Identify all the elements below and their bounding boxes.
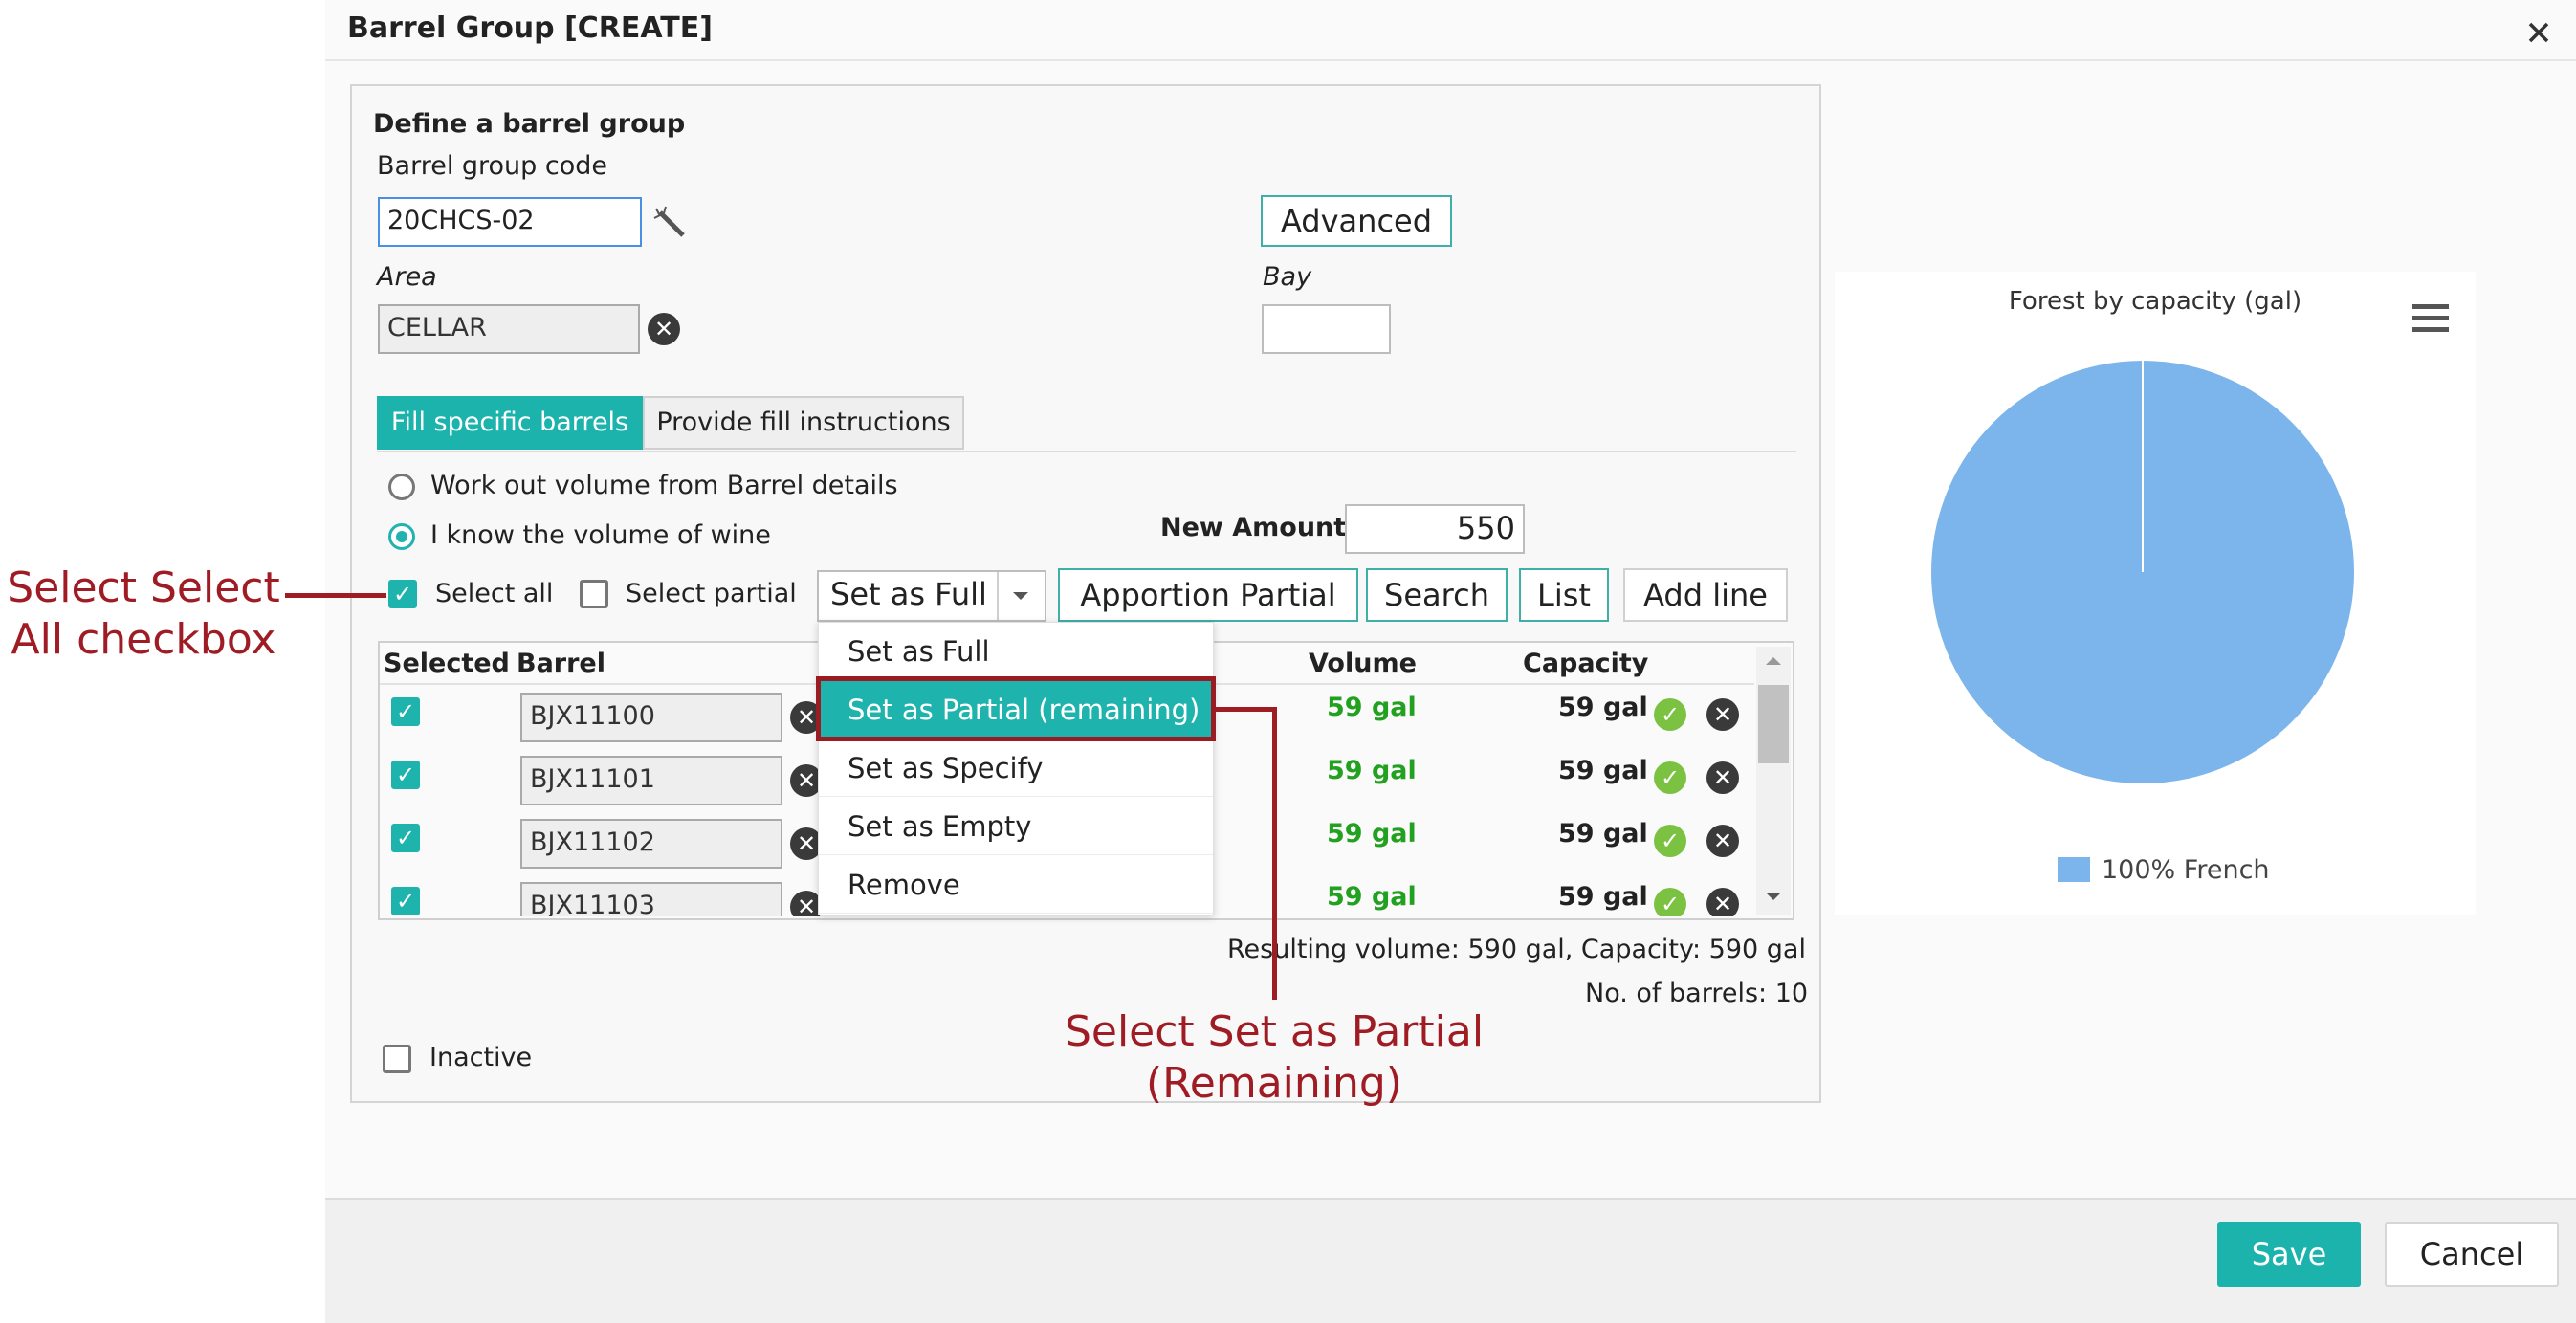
annotation-line-1: Select Set as Partial (1064, 1007, 1485, 1056)
legend-swatch (2058, 857, 2090, 882)
confirm-icon[interactable]: ✓ (1654, 761, 1686, 794)
select-all-label: Select all (435, 579, 554, 608)
remove-row-icon[interactable]: ✕ (1706, 825, 1739, 857)
section-title: Define a barrel group (373, 109, 686, 139)
menu-item-set-as-empty[interactable]: Set as Empty (819, 798, 1213, 855)
column-header-selected: Selected (384, 649, 510, 678)
menu-item-remove[interactable]: Remove (819, 856, 1213, 914)
select-divider (997, 572, 999, 620)
radio-work-out-volume-label: Work out volume from Barrel details (430, 471, 898, 500)
annotation-line-2: All checkbox (11, 615, 276, 664)
resulting-volume-text: Resulting volume: 590 gal, Capacity: 590… (1227, 935, 1806, 964)
scroll-down-icon[interactable] (1763, 890, 1784, 903)
row-checkbox[interactable]: ✓ (391, 761, 420, 789)
column-header-barrel: Barrel (517, 649, 605, 678)
row-volume: 59 gal (1327, 756, 1417, 785)
chart-title: Forest by capacity (gal) (2008, 287, 2302, 316)
add-line-button[interactable]: Add line (1623, 568, 1788, 622)
row-capacity: 59 gal (1558, 882, 1648, 912)
remove-row-icon[interactable]: ✕ (1706, 761, 1739, 794)
annotation-connector (1272, 707, 1277, 1000)
highlight-outline (816, 676, 1216, 741)
barrel-input[interactable]: BJX11103 (520, 882, 782, 916)
select-partial-checkbox[interactable] (580, 580, 608, 608)
row-checkbox[interactable]: ✓ (391, 824, 420, 852)
area-label: Area (377, 262, 437, 292)
cancel-button[interactable]: Cancel (2385, 1222, 2559, 1287)
new-amount-label: New Amount (1160, 513, 1347, 542)
chevron-down-icon (1013, 592, 1028, 600)
inactive-label: Inactive (429, 1043, 533, 1072)
tab-fill-specific-barrels[interactable]: Fill specific barrels (377, 396, 643, 450)
tab-provide-fill-instructions[interactable]: Provide fill instructions (643, 396, 964, 450)
bay-label: Bay (1263, 262, 1312, 292)
scrollbar-thumb[interactable] (1758, 685, 1789, 763)
menu-item-set-as-specify[interactable]: Set as Specify (819, 739, 1213, 797)
hamburger-menu-icon[interactable] (2412, 304, 2449, 333)
close-icon[interactable] (2525, 19, 2552, 46)
row-capacity: 59 gal (1558, 819, 1648, 849)
magic-wand-icon[interactable] (652, 205, 689, 241)
select-partial-label: Select partial (626, 579, 797, 608)
barrel-group-code-label: Barrel group code (377, 151, 608, 181)
remove-row-icon[interactable]: ✕ (1706, 888, 1739, 916)
remove-row-icon[interactable]: ✕ (1706, 698, 1739, 731)
barrel-input[interactable]: BJX11100 (520, 693, 782, 742)
row-checkbox[interactable]: ✓ (391, 887, 420, 915)
column-header-volume: Volume (1309, 649, 1417, 678)
row-capacity: 59 gal (1558, 756, 1648, 785)
scroll-up-icon[interactable] (1763, 654, 1784, 668)
new-amount-input[interactable]: 550 (1345, 504, 1525, 554)
barrel-group-code-input[interactable]: 20CHCS-02 (378, 197, 642, 247)
advanced-button[interactable]: Advanced (1261, 195, 1452, 247)
legend-label[interactable]: 100% French (2102, 855, 2270, 885)
area-input[interactable]: CELLAR (378, 304, 640, 354)
select-all-checkbox[interactable]: ✓ (388, 580, 417, 608)
fill-mode-select[interactable]: Set as Full (817, 570, 1046, 622)
row-checkbox[interactable]: ✓ (391, 697, 420, 726)
barrel-input[interactable]: BJX11102 (520, 819, 782, 869)
fill-mode-select-value: Set as Full (830, 576, 987, 612)
confirm-icon[interactable]: ✓ (1654, 888, 1686, 916)
annotation-line-2: (Remaining) (1146, 1059, 1402, 1108)
list-button[interactable]: List (1519, 568, 1609, 622)
inactive-checkbox[interactable] (383, 1045, 411, 1073)
clear-area-icon[interactable]: ✕ (648, 313, 680, 345)
apportion-partial-button[interactable]: Apportion Partial (1058, 568, 1358, 622)
radio-know-volume-label: I know the volume of wine (430, 520, 771, 550)
tab-divider (377, 451, 1796, 452)
menu-item-set-as-full[interactable]: Set as Full (819, 623, 1213, 680)
pie-chart (1929, 359, 2356, 785)
barrel-count-text: No. of barrels: 10 (1585, 979, 1809, 1008)
row-volume: 59 gal (1327, 693, 1417, 722)
row-volume: 59 gal (1327, 819, 1417, 849)
annotation-connector (285, 593, 386, 598)
annotation-select-all: Select Select All checkbox (0, 562, 287, 666)
confirm-icon[interactable]: ✓ (1654, 698, 1686, 731)
column-header-capacity: Capacity (1523, 649, 1649, 678)
dialog-title: Barrel Group [CREATE] (347, 11, 713, 45)
bay-input[interactable] (1262, 304, 1391, 354)
radio-work-out-volume[interactable] (388, 474, 415, 500)
radio-know-volume[interactable] (388, 523, 415, 550)
row-capacity: 59 gal (1558, 693, 1648, 722)
annotation-line-1: Select Select (7, 563, 280, 612)
barrel-input[interactable]: BJX11101 (520, 756, 782, 805)
save-button[interactable]: Save (2217, 1222, 2361, 1287)
fill-mode-dropdown-menu: Set as Full Set as Partial (remaining) S… (818, 622, 1214, 915)
row-volume: 59 gal (1327, 882, 1417, 912)
search-button[interactable]: Search (1366, 568, 1508, 622)
annotation-set-partial: Select Set as Partial (Remaining) (987, 1006, 1561, 1110)
annotation-connector (1216, 707, 1277, 712)
confirm-icon[interactable]: ✓ (1654, 825, 1686, 857)
